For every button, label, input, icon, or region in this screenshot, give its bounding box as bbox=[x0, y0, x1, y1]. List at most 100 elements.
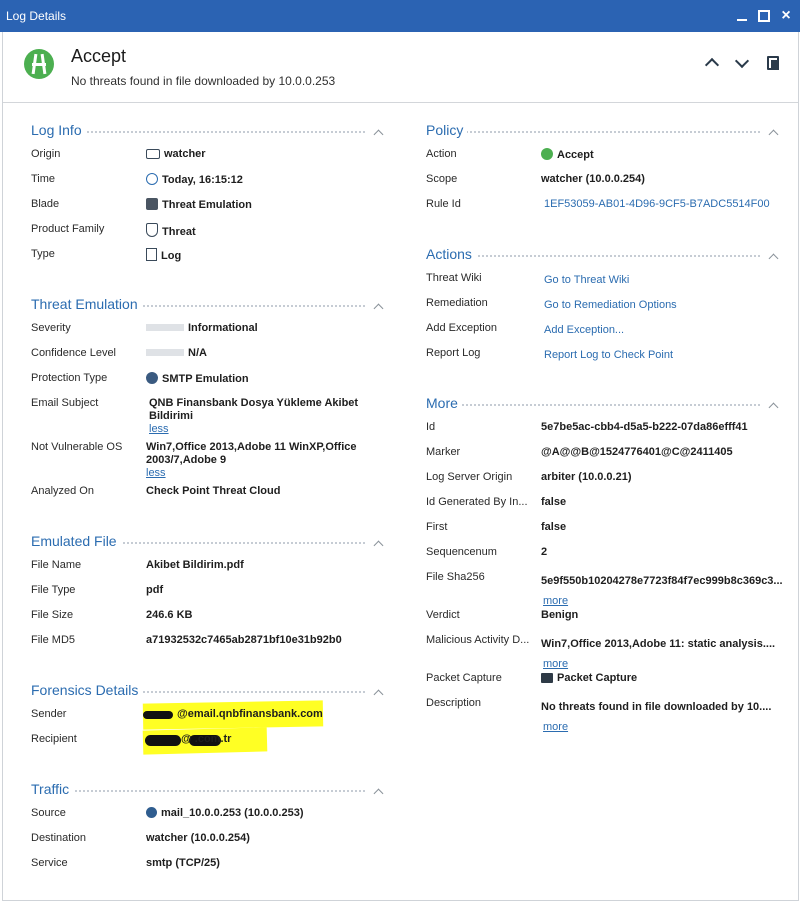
log-subtitle: No threats found in file downloaded by 1… bbox=[71, 74, 336, 88]
field-label: Id bbox=[426, 421, 436, 433]
field-value: No threats found in file downloaded by 1… bbox=[541, 701, 772, 713]
field-label: Service bbox=[31, 857, 68, 869]
field-value: Today, 16:15:12 bbox=[162, 174, 243, 186]
field-value: Benign bbox=[541, 609, 579, 621]
field-label: Severity bbox=[31, 322, 71, 334]
section-title: Emulated File bbox=[31, 533, 121, 549]
field-row: Sequencenum 2 bbox=[426, 542, 782, 567]
copy-icon[interactable] bbox=[765, 54, 783, 72]
field-row: Action Accept bbox=[426, 144, 782, 169]
field-label: Origin bbox=[31, 148, 61, 160]
field-value: false bbox=[541, 496, 567, 508]
field-row: Log Server Origin arbiter (10.0.0.21) bbox=[426, 467, 782, 492]
packet-capture-icon bbox=[541, 673, 553, 683]
accept-icon bbox=[541, 148, 553, 160]
field-row: Threat Wiki Go to Threat Wiki bbox=[426, 268, 782, 293]
field-label: Not Vulnerable OS bbox=[31, 441, 123, 453]
field-row: Id Generated By In... false bbox=[426, 492, 782, 517]
field-row: Email Subject QNB Finansbank Dosya Yükle… bbox=[31, 393, 387, 437]
add-exception-link[interactable]: Add Exception... bbox=[544, 324, 624, 336]
field-label: Description bbox=[426, 697, 482, 709]
collapse-chevron-icon[interactable] bbox=[373, 537, 385, 549]
section-title: Traffic bbox=[31, 781, 74, 797]
watcher-icon bbox=[146, 149, 160, 159]
more-link[interactable]: more bbox=[543, 721, 568, 733]
field-row: Source mail_10.0.0.253 (10.0.0.253) bbox=[31, 803, 387, 828]
field-row: Report Log Report Log to Check Point bbox=[426, 343, 782, 368]
field-value: @ .com.tr bbox=[181, 733, 232, 745]
field-value: Threat bbox=[162, 226, 196, 238]
field-value: 2 bbox=[541, 546, 548, 558]
field-row: File Name Akibet Bildirim.pdf bbox=[31, 555, 387, 580]
less-link[interactable]: less bbox=[146, 467, 166, 479]
field-label: Source bbox=[31, 807, 66, 819]
section-title: Actions bbox=[426, 246, 476, 262]
field-value: Accept bbox=[557, 149, 594, 161]
threat-wiki-link[interactable]: Go to Threat Wiki bbox=[544, 274, 629, 286]
collapse-chevron-icon[interactable] bbox=[768, 126, 780, 138]
field-row: File MD5 a71932532c7465ab2871bf10e31b92b… bbox=[31, 630, 387, 655]
field-value: a71932532c7465ab2871bf10e31b92b0 bbox=[146, 634, 342, 646]
field-label: Add Exception bbox=[426, 322, 497, 334]
packet-capture-link[interactable]: Packet Capture bbox=[557, 672, 637, 684]
field-label: Product Family bbox=[31, 223, 105, 235]
field-value: N/A bbox=[188, 347, 207, 359]
field-label: Analyzed On bbox=[31, 485, 94, 497]
field-row: Packet Capture Packet Capture bbox=[426, 668, 782, 693]
field-value: Check Point Threat Cloud bbox=[146, 485, 281, 497]
collapse-chevron-icon[interactable] bbox=[373, 686, 385, 698]
field-label: Confidence Level bbox=[31, 347, 117, 359]
accept-icon bbox=[24, 49, 54, 79]
field-value: QNB Finansbank Dosya Yükleme Akibet Bild… bbox=[149, 397, 359, 422]
field-label: Sequencenum bbox=[426, 546, 497, 558]
rule-id-link[interactable]: 1EF53059-AB01-4D96-9CF5-B7ADC5514F00 bbox=[544, 198, 770, 210]
collapse-chevron-icon[interactable] bbox=[373, 300, 385, 312]
field-row: Verdict Benign bbox=[426, 605, 782, 630]
collapse-chevron-icon[interactable] bbox=[373, 785, 385, 797]
next-log-chevron-down-icon[interactable] bbox=[733, 53, 751, 72]
log-header: Accept No threats found in file download… bbox=[3, 32, 798, 103]
title-bar: Log Details × bbox=[0, 0, 800, 32]
field-row: Description No threats found in file dow… bbox=[426, 693, 782, 733]
section-title: Forensics Details bbox=[31, 682, 143, 698]
field-row: Time Today, 16:15:12 bbox=[31, 169, 387, 194]
field-value: arbiter (10.0.0.21) bbox=[541, 471, 632, 483]
field-value: 5e9f550b10204278e7723f84f7ec999b8c369c3.… bbox=[541, 575, 783, 587]
field-label: First bbox=[426, 521, 448, 533]
field-value: @email.qnbfinansbank.com bbox=[177, 708, 323, 720]
report-log-link[interactable]: Report Log to Check Point bbox=[544, 349, 673, 361]
field-label: Scope bbox=[426, 173, 458, 185]
minimize-icon[interactable] bbox=[734, 8, 750, 24]
globe-icon bbox=[146, 807, 157, 818]
close-icon[interactable]: × bbox=[778, 8, 794, 24]
field-row: Origin watcher bbox=[31, 144, 387, 169]
window-title: Log Details bbox=[6, 9, 67, 23]
field-label: Email Subject bbox=[31, 397, 99, 409]
blade-icon bbox=[146, 198, 158, 210]
field-value: watcher (10.0.0.254) bbox=[541, 173, 645, 185]
maximize-icon[interactable] bbox=[756, 8, 772, 24]
field-label: Marker bbox=[426, 446, 461, 458]
threat-emulation-section: Threat Emulation Severity Informational … bbox=[31, 296, 387, 506]
emulated-file-section: Emulated File File Name Akibet Bildirim.… bbox=[31, 533, 387, 655]
field-row: Add Exception Add Exception... bbox=[426, 318, 782, 343]
field-label: Log Server Origin bbox=[426, 471, 513, 483]
log-details-window: Accept No threats found in file download… bbox=[2, 32, 799, 901]
field-value: Win7,Office 2013,Adobe 11 WinXP,Office 2… bbox=[146, 441, 357, 466]
field-value: mail_10.0.0.253 (10.0.0.253) bbox=[161, 807, 304, 819]
previous-log-chevron-up-icon[interactable] bbox=[703, 54, 721, 73]
collapse-chevron-icon[interactable] bbox=[373, 126, 385, 138]
less-link[interactable]: less bbox=[149, 423, 169, 435]
field-label: Rule Id bbox=[426, 198, 461, 210]
confidence-meter bbox=[146, 349, 184, 356]
remediation-link[interactable]: Go to Remediation Options bbox=[544, 299, 677, 311]
field-label: Sender bbox=[31, 708, 67, 720]
field-label: Threat Wiki bbox=[426, 272, 482, 284]
field-label: File Type bbox=[31, 584, 76, 596]
collapse-chevron-icon[interactable] bbox=[768, 399, 780, 411]
field-label: Destination bbox=[31, 832, 87, 844]
collapse-chevron-icon[interactable] bbox=[768, 250, 780, 262]
field-row: File Size 246.6 KB bbox=[31, 605, 387, 630]
field-row: Id 5e7be5ac-cbb4-d5a5-b222-07da86efff41 bbox=[426, 417, 782, 442]
clock-icon bbox=[146, 173, 158, 185]
